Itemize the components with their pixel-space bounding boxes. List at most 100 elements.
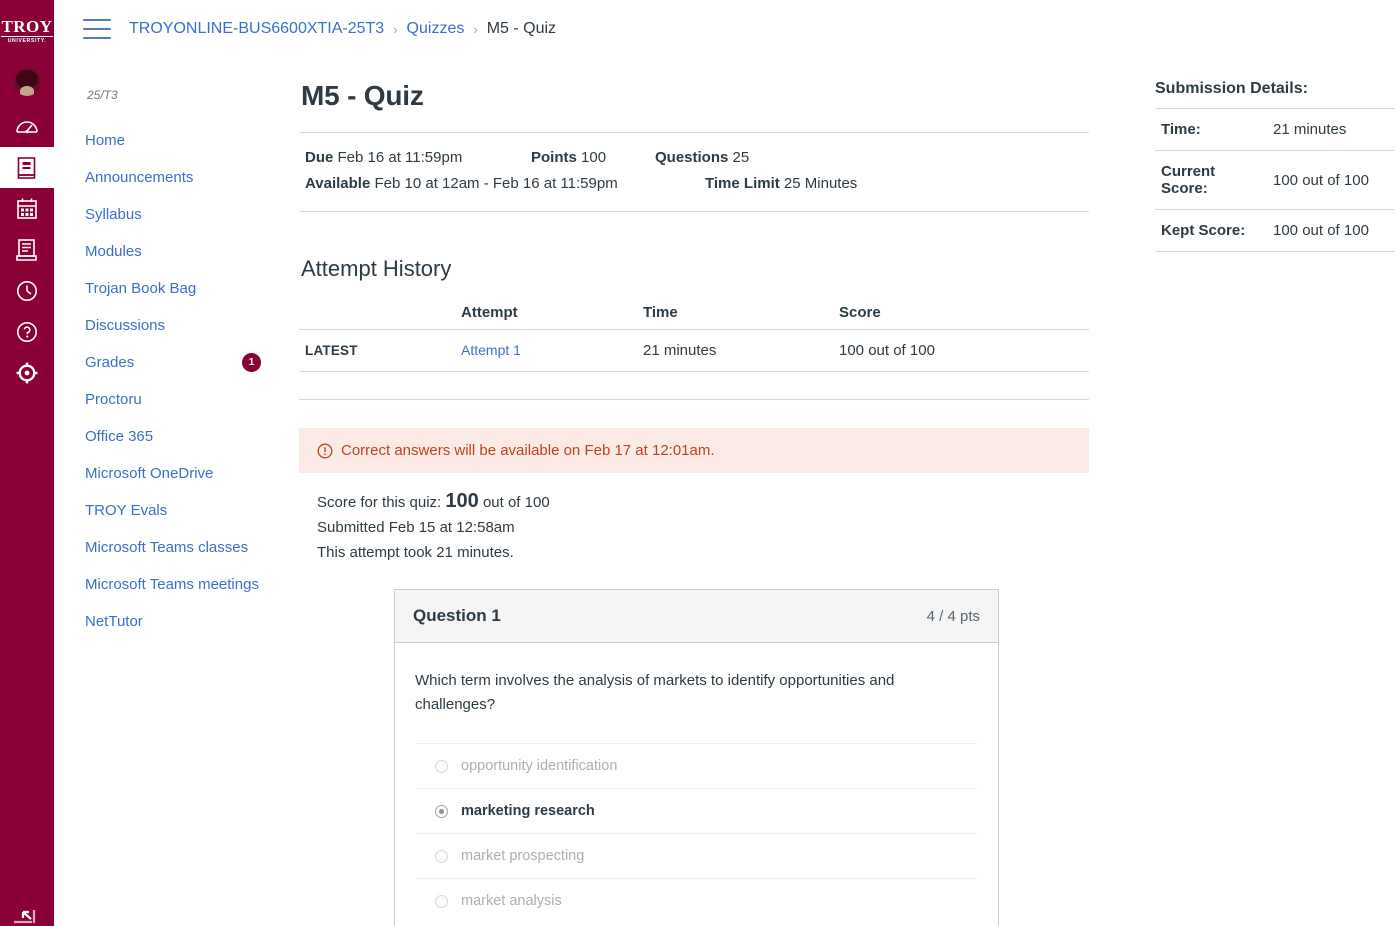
sidebar-item-nettutor[interactable]: NetTutor — [83, 603, 273, 640]
question-card: Question 1 4 / 4 pts Which term involves… — [394, 589, 999, 926]
page-title: M5 - Quiz — [301, 80, 424, 111]
quiz-points: Points 100 — [531, 145, 655, 171]
sidebar-item-label: Home — [85, 132, 126, 149]
sidebar-item-microsoft-onedrive[interactable]: Microsoft OneDrive — [83, 455, 273, 492]
breadcrumb-current-page: M5 - Quiz — [486, 20, 557, 37]
breadcrumb: TROYONLINE-BUS6600XTIA-25T3 › Quizzes › … — [129, 20, 556, 38]
radio-button-icon[interactable] — [435, 894, 448, 908]
sidebar-item-proctoru[interactable]: Proctoru — [83, 381, 273, 418]
attempt-score: 100 out of 100 — [839, 342, 935, 359]
points-label: Points — [531, 149, 577, 166]
submission-detail-label: Kept Score: — [1161, 222, 1246, 239]
score-suffix: out of 100 — [482, 494, 550, 511]
sidebar-item-label: Trojan Book Bag — [85, 280, 197, 297]
sidebar-item-modules[interactable]: Modules — [83, 233, 273, 270]
sidebar-item-label: Microsoft Teams classes — [85, 539, 249, 556]
attempt-history-body: LATEST Attempt 1 21 minutes 100 out of 100 — [299, 329, 1089, 372]
sidebar-item-label: Proctoru — [85, 391, 142, 408]
question-text: Which term involves the analysis of mark… — [415, 672, 895, 713]
sidebar-item-label: Grades — [85, 354, 135, 371]
sidebar-item-microsoft-teams-classes[interactable]: Microsoft Teams classes — [83, 529, 273, 566]
help-nav-button[interactable] — [0, 311, 54, 352]
calendar-nav-button[interactable] — [0, 188, 54, 229]
logo-secondary-text: UNIVERSITY. — [1, 36, 53, 44]
question-circle-icon — [17, 321, 37, 342]
answer-label: market analysis — [461, 893, 562, 909]
breadcrumb-separator-icon: › — [393, 21, 398, 37]
hamburger-line — [83, 37, 111, 39]
sidebar-item-label: Microsoft OneDrive — [85, 465, 214, 482]
sidebar-item-announcements[interactable]: Announcements — [83, 159, 273, 196]
inbox-nav-button[interactable] — [0, 229, 54, 270]
sidebar-item-office-365[interactable]: Office 365 — [83, 418, 273, 455]
submission-details-table: Time: 21 minutes Current Score: 100 out of … — [1155, 108, 1395, 252]
dashboard-speedometer-icon — [16, 120, 38, 133]
sidebar-item-troy-evals[interactable]: TROY Evals — [83, 492, 273, 529]
submission-detail-row: Time: 21 minutes — [1155, 108, 1395, 151]
submission-detail-label: Current Score: — [1161, 163, 1216, 197]
alert-text: Correct answers will be available on Feb… — [341, 442, 715, 459]
questions-value: 25 — [732, 149, 750, 166]
sidebar-item-syllabus[interactable]: Syllabus — [83, 196, 273, 233]
sidebar-item-grades[interactable]: Grades 1 — [83, 344, 273, 381]
answer-option[interactable]: market prospecting — [415, 833, 978, 878]
collapse-rail-button[interactable] — [0, 884, 54, 926]
answer-label: market prospecting — [461, 848, 585, 864]
course-term-label: 25/T3 — [87, 88, 118, 102]
troy-university-logo[interactable]: TROY UNIVERSITY. — [0, 0, 54, 58]
submission-detail-label: Time: — [1161, 121, 1201, 138]
menu-toggle-button[interactable] — [83, 19, 111, 39]
time-limit-value: 25 Minutes — [783, 175, 858, 192]
due-label: Due — [305, 149, 334, 166]
sidebar-item-label: Syllabus — [85, 206, 142, 223]
attempt-table-footer-rule — [299, 372, 1089, 400]
radio-button-icon[interactable] — [435, 759, 448, 773]
correct-answers-alert: Correct answers will be available on Feb… — [299, 428, 1089, 473]
sidebar-item-home[interactable]: Home — [83, 122, 273, 159]
commons-nav-button[interactable] — [0, 352, 54, 393]
questions-label: Questions — [655, 149, 729, 166]
sidebar-item-label: Announcements — [85, 169, 194, 186]
radio-button-icon[interactable] — [435, 849, 448, 863]
quiz-meta-row-1: Due Feb 16 at 11:59pm Points 100 Questio… — [305, 145, 1089, 171]
attempt-history-table: Attempt Time Score LATEST Attempt 1 21 min… — [299, 304, 1089, 372]
breadcrumb-course-link[interactable]: TROYONLINE-BUS6600XTIA-25T3 — [129, 20, 384, 38]
question-title: Question 1 — [413, 606, 501, 625]
quiz-due: Due Feb 16 at 11:59pm — [305, 145, 531, 171]
available-label: Available — [305, 175, 371, 192]
table-header-row: Attempt Time Score — [299, 304, 1089, 330]
quiz-meta-box: Due Feb 16 at 11:59pm Points 100 Questio… — [299, 132, 1089, 212]
sidebar-item-badge: 1 — [242, 353, 261, 372]
answer-option-selected[interactable]: marketing research — [415, 788, 978, 833]
score-value: 100 — [445, 490, 479, 512]
submission-details-body: Time: 21 minutes Current Score: 100 out of … — [1155, 108, 1395, 252]
warning-circle-icon — [317, 443, 333, 459]
global-nav-rail: TROY UNIVERSITY. — [0, 0, 54, 926]
attempt-time: 21 minutes — [643, 342, 717, 359]
breadcrumb-quizzes-link[interactable]: Quizzes — [407, 20, 465, 38]
submitted-line: Submitted Feb 15 at 12:58am — [317, 519, 515, 536]
courses-nav-button[interactable] — [0, 147, 54, 188]
answer-label: opportunity identification — [461, 758, 618, 774]
attempt-link[interactable]: Attempt 1 — [461, 342, 521, 358]
sidebar-item-label: Modules — [85, 243, 142, 260]
radio-button-icon[interactable] — [435, 804, 448, 818]
sidebar-item-label: Office 365 — [85, 428, 154, 445]
account-avatar-button[interactable] — [0, 58, 54, 106]
sidebar-item-microsoft-teams-meetings[interactable]: Microsoft Teams meetings — [83, 566, 273, 603]
submission-detail-value: 100 out of 100 — [1273, 222, 1369, 239]
breadcrumb-bar: TROYONLINE-BUS6600XTIA-25T3 › Quizzes › … — [54, 0, 1395, 58]
canvas-quiz-results-page: TROY UNIVERSITY. TROYONLINE-BUS6600XTIA-… — [0, 0, 1395, 926]
course-navigation: 25/T3 Home Announcements Syllabus Modules Tr… — [54, 58, 299, 640]
sidebar-item-trojan-book-bag[interactable]: Trojan Book Bag — [83, 270, 273, 307]
question-header: Question 1 4 / 4 pts — [395, 590, 998, 643]
history-nav-button[interactable] — [0, 270, 54, 311]
page-container: TROYONLINE-BUS6600XTIA-25T3 › Quizzes › … — [54, 0, 1395, 926]
answer-option[interactable]: opportunity identification — [415, 743, 978, 788]
question-body: Which term involves the analysis of mark… — [395, 643, 998, 923]
answer-option[interactable]: market analysis — [415, 878, 978, 923]
attempt-latest-flag: LATEST — [305, 343, 358, 358]
dashboard-nav-button[interactable] — [0, 106, 54, 147]
compass-target-icon — [16, 362, 38, 383]
sidebar-item-discussions[interactable]: Discussions — [83, 307, 273, 344]
